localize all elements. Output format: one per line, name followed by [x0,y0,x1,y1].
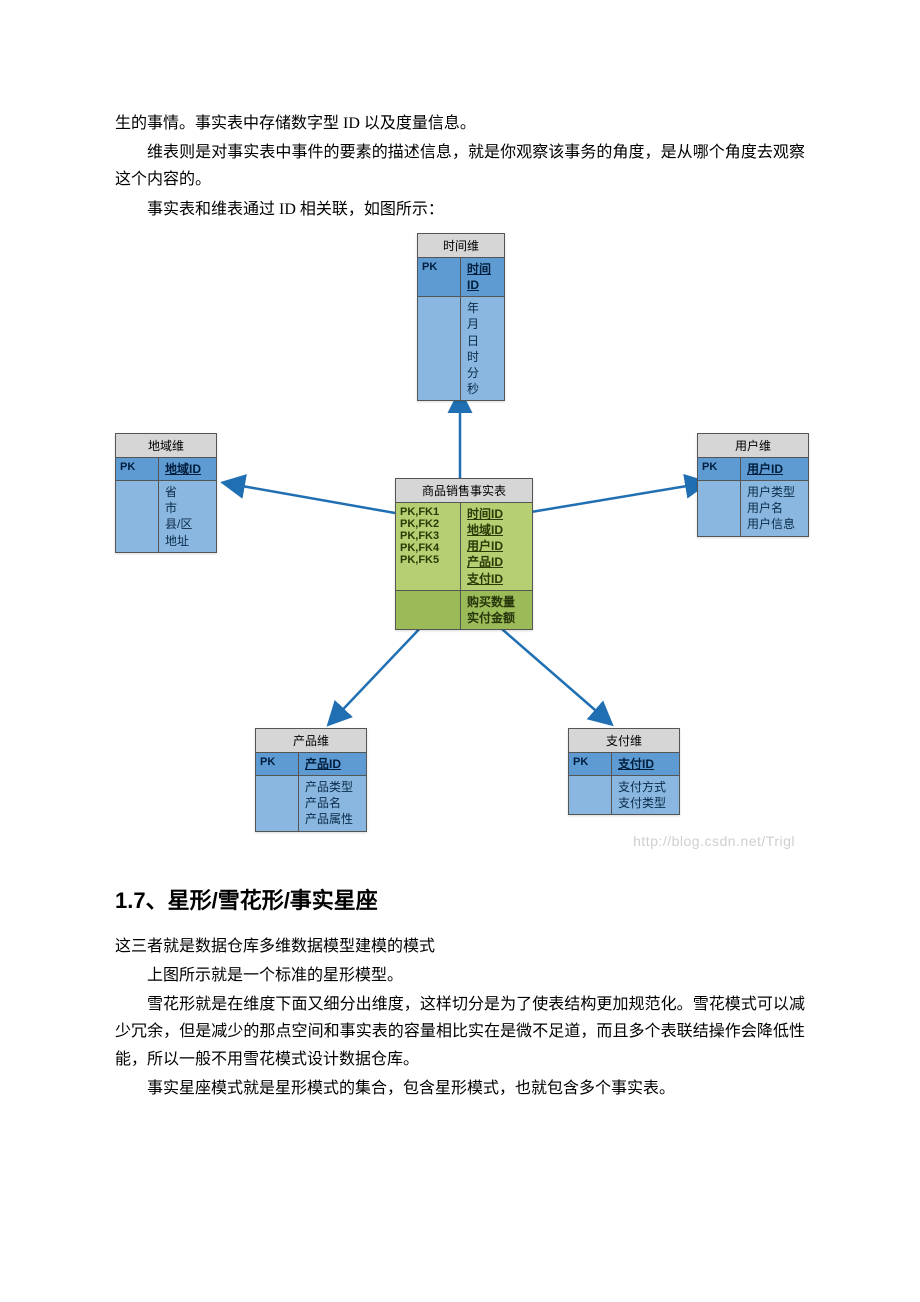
paragraph-intro-2: 维表则是对事实表中事件的要素的描述信息，就是你观察该事务的角度，是从哪个角度去观… [115,139,805,193]
entity-product-dimension: 产品维 PK 产品ID 产品类型 产品名 产品属性 [255,728,367,832]
pk-label: PK [569,753,612,775]
attr-blank [116,481,159,552]
pk-value: 产品ID [299,753,366,775]
attr-blank [256,776,299,831]
entity-time-dimension: 时间维 PK 时间ID 年 月 日 时 分 秒 [417,233,505,402]
fact-measures: 购买数量 实付金额 [461,591,532,629]
star-schema-diagram: 时间维 PK 时间ID 年 月 日 时 分 秒 地域维 PK 地域ID 省 市 … [115,233,805,853]
entity-region-dimension: 地域维 PK 地域ID 省 市 县/区 地址 [115,433,217,553]
entity-payment-dimension: 支付维 PK 支付ID 支付方式 支付类型 [568,728,680,816]
entity-title: 用户维 [698,434,808,458]
pk-label: PK [698,458,741,480]
attr-blank [418,297,461,400]
pk-value: 时间ID [461,258,504,296]
entity-title: 商品销售事实表 [396,479,532,503]
paragraph-intro-1: 生的事情。事实表中存储数字型 ID 以及度量信息。 [115,110,805,137]
entity-attrs: 年 月 日 时 分 秒 [461,297,504,400]
entity-attrs: 省 市 县/区 地址 [159,481,216,552]
fact-key-values: 时间ID 地域ID 用户ID 产品ID 支付ID [461,503,532,590]
section-heading: 1.7、星形/雪花形/事实星座 [115,883,805,915]
pk-label: PK [256,753,299,775]
document-page: 生的事情。事实表中存储数字型 ID 以及度量信息。 维表则是对事实表中事件的要素… [0,0,920,1204]
paragraph-sec-2: 上图所示就是一个标准的星形模型。 [115,962,805,989]
entity-title: 时间维 [418,234,504,258]
entity-fact-table: 商品销售事实表 PK,FK1 PK,FK2 PK,FK3 PK,FK4 PK,F… [395,478,533,630]
pk-value: 地域ID [159,458,216,480]
paragraph-sec-4: 事实星座模式就是星形模式的集合，包含星形模式，也就包含多个事实表。 [115,1075,805,1102]
entity-attrs: 产品类型 产品名 产品属性 [299,776,366,831]
attr-blank [569,776,612,814]
attr-blank [396,591,461,629]
fact-key-labels: PK,FK1 PK,FK2 PK,FK3 PK,FK4 PK,FK5 [396,503,461,590]
entity-title: 支付维 [569,729,679,753]
pk-label: PK [418,258,461,296]
entity-attrs: 支付方式 支付类型 [612,776,679,814]
entity-attrs: 用户类型 用户名 用户信息 [741,481,808,536]
entity-title: 产品维 [256,729,366,753]
pk-value: 支付ID [612,753,679,775]
entity-user-dimension: 用户维 PK 用户ID 用户类型 用户名 用户信息 [697,433,809,537]
watermark-text: http://blog.csdn.net/Trigl [633,833,795,849]
paragraph-sec-1: 这三者就是数据仓库多维数据模型建模的模式 [115,933,805,960]
pk-value: 用户ID [741,458,808,480]
paragraph-intro-3: 事实表和维表通过 ID 相关联，如图所示： [115,196,805,223]
paragraph-sec-3: 雪花形就是在维度下面又细分出维度，这样切分是为了使表结构更加规范化。雪花模式可以… [115,991,805,1073]
pk-label: PK [116,458,159,480]
attr-blank [698,481,741,536]
entity-title: 地域维 [116,434,216,458]
